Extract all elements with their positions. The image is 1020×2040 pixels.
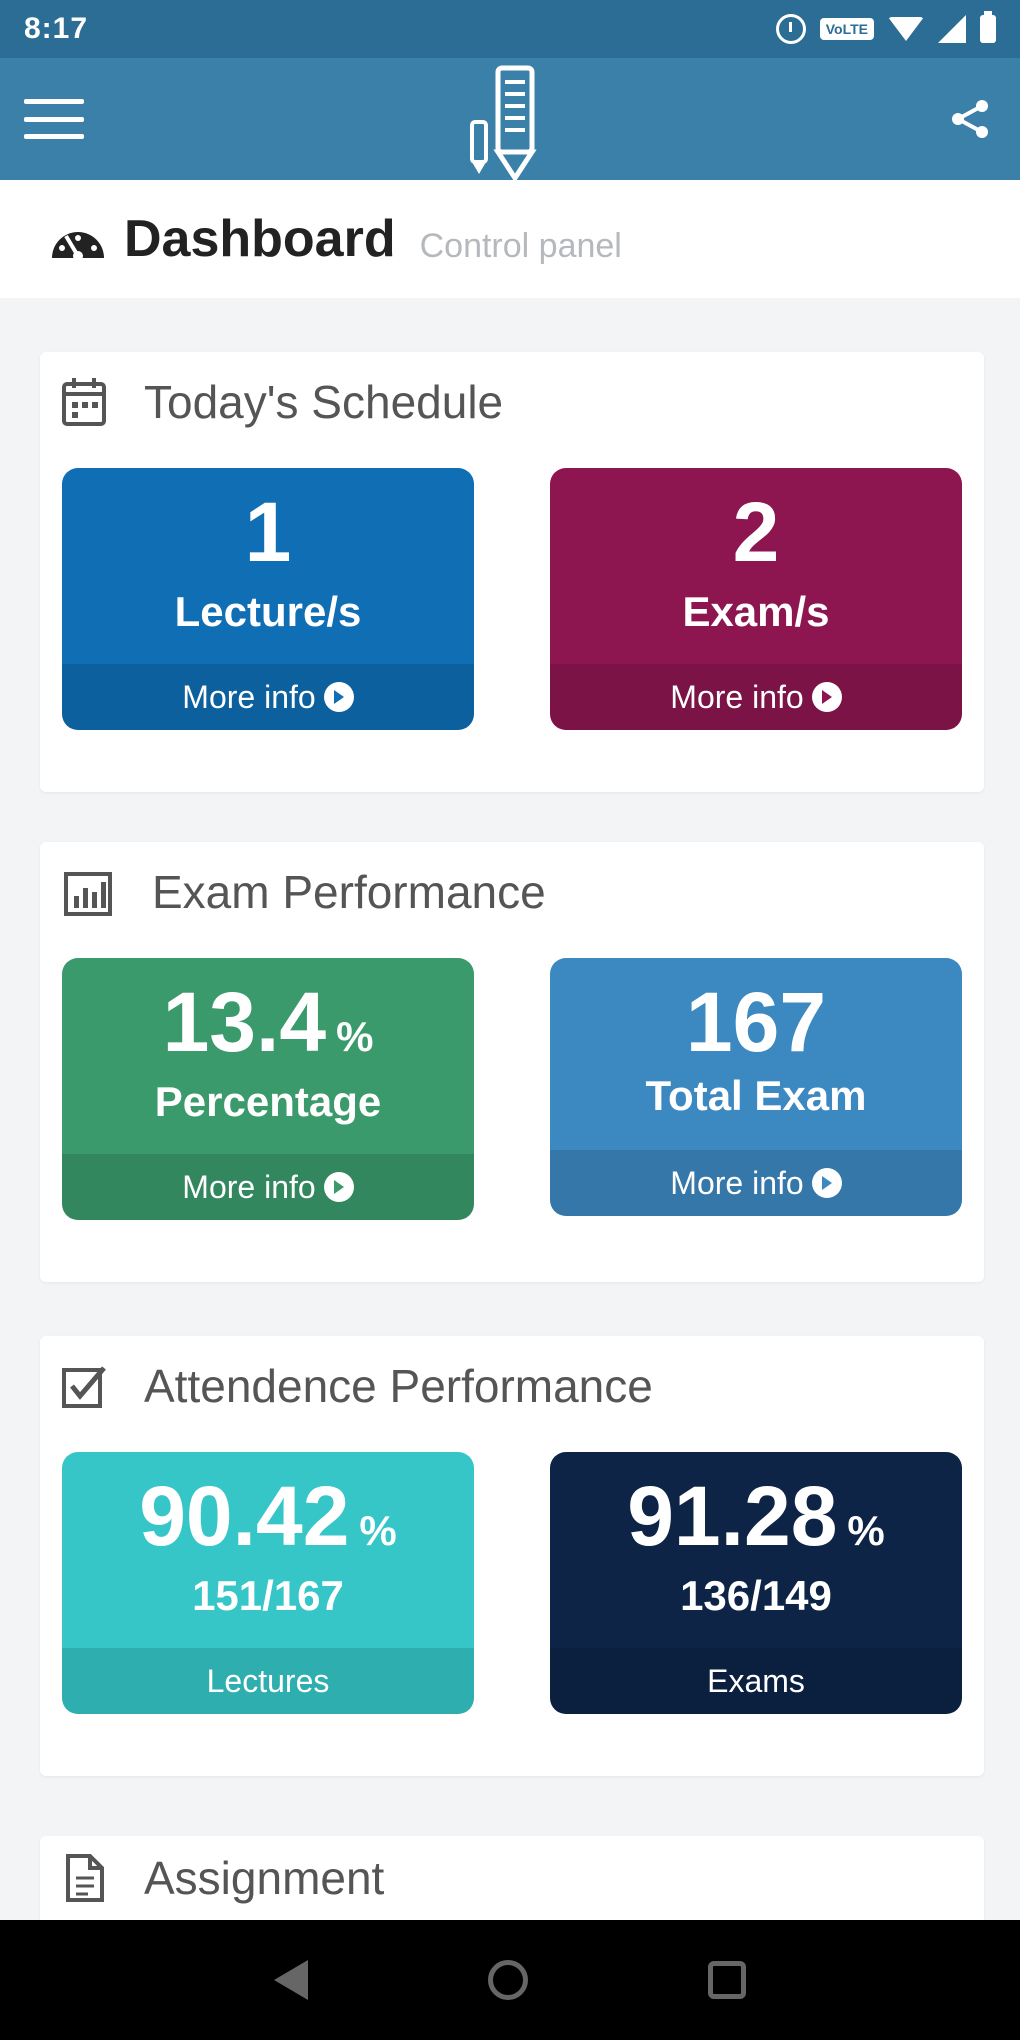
alarm-icon xyxy=(775,14,806,44)
section-title: Today's Schedule xyxy=(144,376,504,428)
volte-icon: VoLTE xyxy=(819,18,874,40)
arrow-circle-right-icon xyxy=(323,682,354,712)
lectures-attendance-tile[interactable]: 90.42% 151/167 Lectures xyxy=(62,1452,474,1714)
signal-icon xyxy=(938,15,966,43)
app-logo xyxy=(470,65,537,180)
arrow-circle-right-icon xyxy=(811,682,842,712)
arrow-circle-right-icon xyxy=(323,1172,354,1202)
calendar-icon xyxy=(62,378,106,426)
back-icon[interactable] xyxy=(274,1960,308,2000)
document-icon xyxy=(66,1854,104,1902)
section-header: Today's Schedule xyxy=(60,372,503,432)
status-bar: 8:17 VoLTE xyxy=(0,0,1020,58)
tile-label: Exam/s xyxy=(682,588,830,635)
lectures-tile[interactable]: 1 Lecture/s More info xyxy=(62,468,474,730)
section-title: Assignment xyxy=(144,1852,385,1904)
page-subtitle: Control panel xyxy=(419,226,622,265)
assignment-section: Assignment xyxy=(40,1836,984,1920)
section-header: Assignment xyxy=(60,1848,384,1908)
schedule-section: Today's Schedule 1 Lecture/s More info 2… xyxy=(40,352,984,792)
tile-label: Total Exam xyxy=(645,1072,867,1119)
section-title: Attendence Performance xyxy=(144,1360,653,1412)
total-exam-tile[interactable]: 167 Total Exam More info xyxy=(550,958,962,1216)
app-bar xyxy=(0,58,1020,180)
more-info-link[interactable]: More info xyxy=(62,1154,474,1220)
menu-icon[interactable] xyxy=(24,99,84,139)
page-title: Dashboard xyxy=(124,210,396,268)
tile-footer: Lectures xyxy=(62,1648,474,1714)
section-header: Exam Performance xyxy=(60,862,546,922)
section-header: Attendence Performance xyxy=(60,1356,653,1416)
more-info-link[interactable]: More info xyxy=(62,664,474,730)
tile-value: 13.4% xyxy=(162,975,374,1069)
battery-icon xyxy=(980,11,996,43)
recent-apps-icon[interactable] xyxy=(708,1961,746,1999)
percentage-tile[interactable]: 13.4% Percentage More info xyxy=(62,958,474,1220)
checkbox-icon xyxy=(62,1366,106,1408)
tile-label: Lecture/s xyxy=(174,588,362,635)
more-info-link[interactable]: More info xyxy=(550,1150,962,1216)
status-icons: VoLTE xyxy=(775,11,996,44)
dashboard-icon xyxy=(52,232,104,261)
home-icon[interactable] xyxy=(488,1960,528,2000)
exams-tile[interactable]: 2 Exam/s More info xyxy=(550,468,962,730)
tile-value: 91.28% xyxy=(627,1469,885,1563)
page-header: Dashboard Control panel xyxy=(0,180,1020,298)
tile-value: 2 xyxy=(732,485,780,579)
tile-label: 136/149 xyxy=(680,1572,832,1619)
section-title: Exam Performance xyxy=(152,866,546,918)
attendance-section: Attendence Performance 90.42% 151/167 Le… xyxy=(40,1336,984,1776)
system-nav-bar xyxy=(0,1920,1020,2040)
tile-label: Percentage xyxy=(154,1078,382,1125)
exam-performance-section: Exam Performance 13.4% Percentage More i… xyxy=(40,842,984,1282)
tile-label: 151/167 xyxy=(192,1572,344,1619)
tile-value: 1 xyxy=(244,485,292,579)
status-time: 8:17 xyxy=(24,12,89,45)
chart-icon xyxy=(64,872,112,916)
exams-attendance-tile[interactable]: 91.28% 136/149 Exams xyxy=(550,1452,962,1714)
tile-footer: Exams xyxy=(550,1648,962,1714)
more-info-link[interactable]: More info xyxy=(550,664,962,730)
tile-value: 167 xyxy=(685,975,827,1069)
tile-value: 90.42% xyxy=(139,1469,397,1563)
arrow-circle-right-icon xyxy=(811,1168,842,1198)
wifi-icon xyxy=(888,17,924,41)
share-icon[interactable] xyxy=(946,94,996,144)
